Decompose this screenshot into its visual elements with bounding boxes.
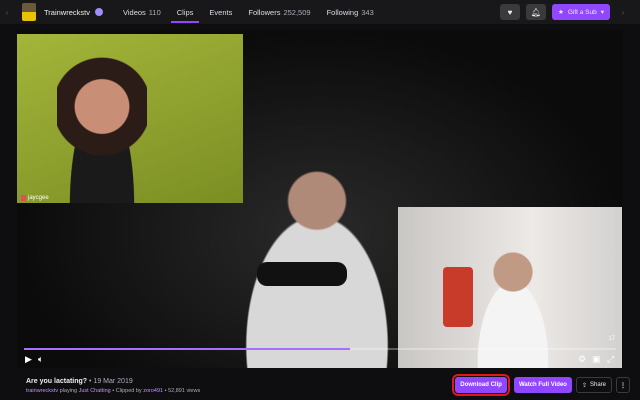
channel-name[interactable]: Trainwreckstv (44, 8, 90, 17)
tab-following[interactable]: Following 343 (327, 0, 374, 24)
channel-header: ‹ Trainwreckstv Videos 110 Clips Events F… (0, 0, 640, 24)
video-player[interactable]: jaycgee ▶ 🔈︎ 17 ⚙ ▣ ⤢ (17, 30, 623, 368)
chevron-down-icon: ▾ (600, 9, 604, 16)
gift-icon: ★ (558, 9, 564, 16)
tab-clips[interactable]: Clips (170, 0, 199, 24)
volume-icon[interactable]: 🔈︎ (38, 354, 43, 365)
clip-meta: trainwreckstv playing Just Chatting • Cl… (26, 388, 200, 394)
clip-date: • 19 Mar 2019 (89, 378, 133, 385)
share-icon: ⇪ (581, 382, 587, 389)
settings-gear-icon[interactable]: ⚙ (578, 354, 586, 365)
camera-user-icon (21, 195, 26, 201)
tab-count: 110 (148, 7, 161, 17)
seek-bar[interactable] (24, 348, 616, 350)
guest-camera-right (398, 207, 622, 368)
gift-sub-button[interactable]: ★ Gift a Sub ▾ (552, 4, 610, 20)
tab-label: Videos (122, 7, 146, 17)
playing-text: playing (59, 388, 78, 394)
fullscreen-icon[interactable]: ⤢ (607, 354, 614, 365)
gift-label: Gift a Sub (567, 8, 597, 16)
tab-label: Clips (176, 7, 194, 17)
streamer-link[interactable]: trainwreckstv (26, 388, 58, 394)
tab-events[interactable]: Events (209, 0, 232, 24)
channel-logo[interactable] (22, 3, 36, 21)
clipper-link[interactable]: zoro491 (143, 388, 163, 394)
scroll-left-icon[interactable]: ‹ (0, 8, 14, 17)
tab-label: Followers (248, 7, 281, 17)
verified-icon (94, 8, 103, 16)
guest-camera-left: jaycgee (17, 34, 243, 203)
clip-title: Are you lactating? • 19 Mar 2019 (26, 378, 200, 385)
watch-full-video-button[interactable]: Watch Full Video (513, 377, 572, 393)
play-icon[interactable]: ▶ (25, 354, 32, 365)
tab-count: 343 (361, 7, 374, 17)
clip-title-text: Are you lactating? (26, 378, 88, 385)
viewer-count: 17 (608, 336, 615, 342)
notifications-bell-button[interactable]: 🔔︎ (526, 4, 546, 20)
seek-bar-fill (24, 348, 350, 350)
tab-followers[interactable]: Followers 252,509 (248, 0, 310, 24)
theatre-mode-icon[interactable]: ▣ (592, 354, 601, 365)
view-count: • 52,891 views (164, 388, 201, 394)
follow-heart-button[interactable]: ♥ (500, 4, 520, 20)
tab-count: 252,509 (283, 7, 311, 17)
share-button[interactable]: ⇪ Share (575, 377, 612, 393)
share-label: Share (589, 382, 606, 388)
microphone (257, 262, 347, 286)
tab-videos[interactable]: Videos 110 (123, 0, 161, 24)
scroll-right-icon[interactable]: › (616, 8, 630, 17)
tab-label: Following (326, 7, 359, 17)
clip-info: Are you lactating? • 19 Mar 2019 trainwr… (26, 378, 200, 394)
clipped-by-text: • Clipped by (112, 388, 142, 394)
download-clip-button[interactable]: Download Clip (452, 374, 510, 396)
more-options-button[interactable]: ⋮ (616, 377, 630, 393)
game-link[interactable]: Just Chatting (79, 388, 111, 394)
tab-label: Events (209, 7, 233, 17)
camera-label: jaycgee (28, 195, 49, 201)
